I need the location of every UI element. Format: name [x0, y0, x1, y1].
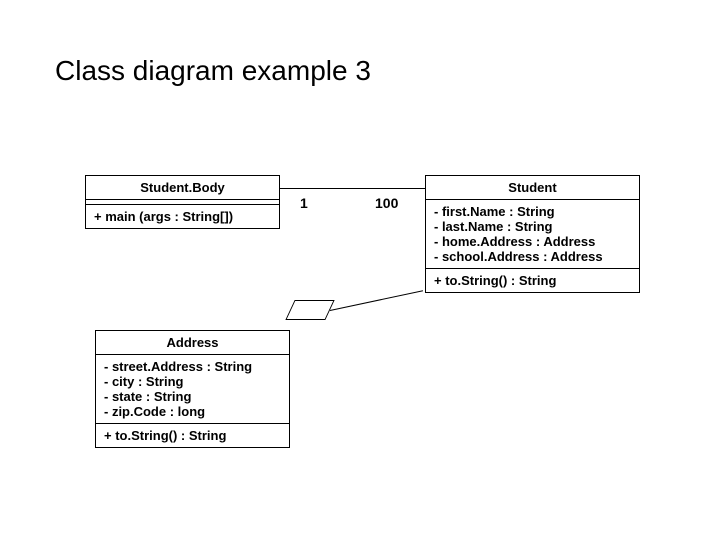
- attr-row: - city : String: [104, 374, 281, 389]
- method-row: + to.String() : String: [434, 273, 631, 288]
- note-connector: [330, 290, 423, 311]
- attr-row: - home.Address : Address: [434, 234, 631, 249]
- class-methods: + to.String() : String: [96, 424, 289, 447]
- note-icon: [285, 300, 334, 320]
- page-title: Class diagram example 3: [55, 55, 371, 87]
- attr-row: - last.Name : String: [434, 219, 631, 234]
- method-row: + main (args : String[]): [94, 209, 271, 224]
- class-methods: + to.String() : String: [426, 269, 639, 292]
- class-methods: + main (args : String[]): [86, 205, 279, 228]
- class-attrs: - first.Name : String - last.Name : Stri…: [426, 200, 639, 269]
- attr-row: - first.Name : String: [434, 204, 631, 219]
- attr-row: - school.Address : Address: [434, 249, 631, 264]
- method-row: + to.String() : String: [104, 428, 281, 443]
- class-name: Address: [96, 331, 289, 355]
- class-attrs: - street.Address : String - city : Strin…: [96, 355, 289, 424]
- class-name: Student: [426, 176, 639, 200]
- class-address: Address - street.Address : String - city…: [95, 330, 290, 448]
- class-student: Student - first.Name : String - last.Nam…: [425, 175, 640, 293]
- assoc-line: [280, 188, 425, 189]
- attr-row: - zip.Code : long: [104, 404, 281, 419]
- class-name: Student.Body: [86, 176, 279, 200]
- attr-row: - street.Address : String: [104, 359, 281, 374]
- multiplicity-right: 100: [375, 195, 398, 211]
- multiplicity-left: 1: [300, 195, 308, 211]
- attr-row: - state : String: [104, 389, 281, 404]
- class-studentbody: Student.Body + main (args : String[]): [85, 175, 280, 229]
